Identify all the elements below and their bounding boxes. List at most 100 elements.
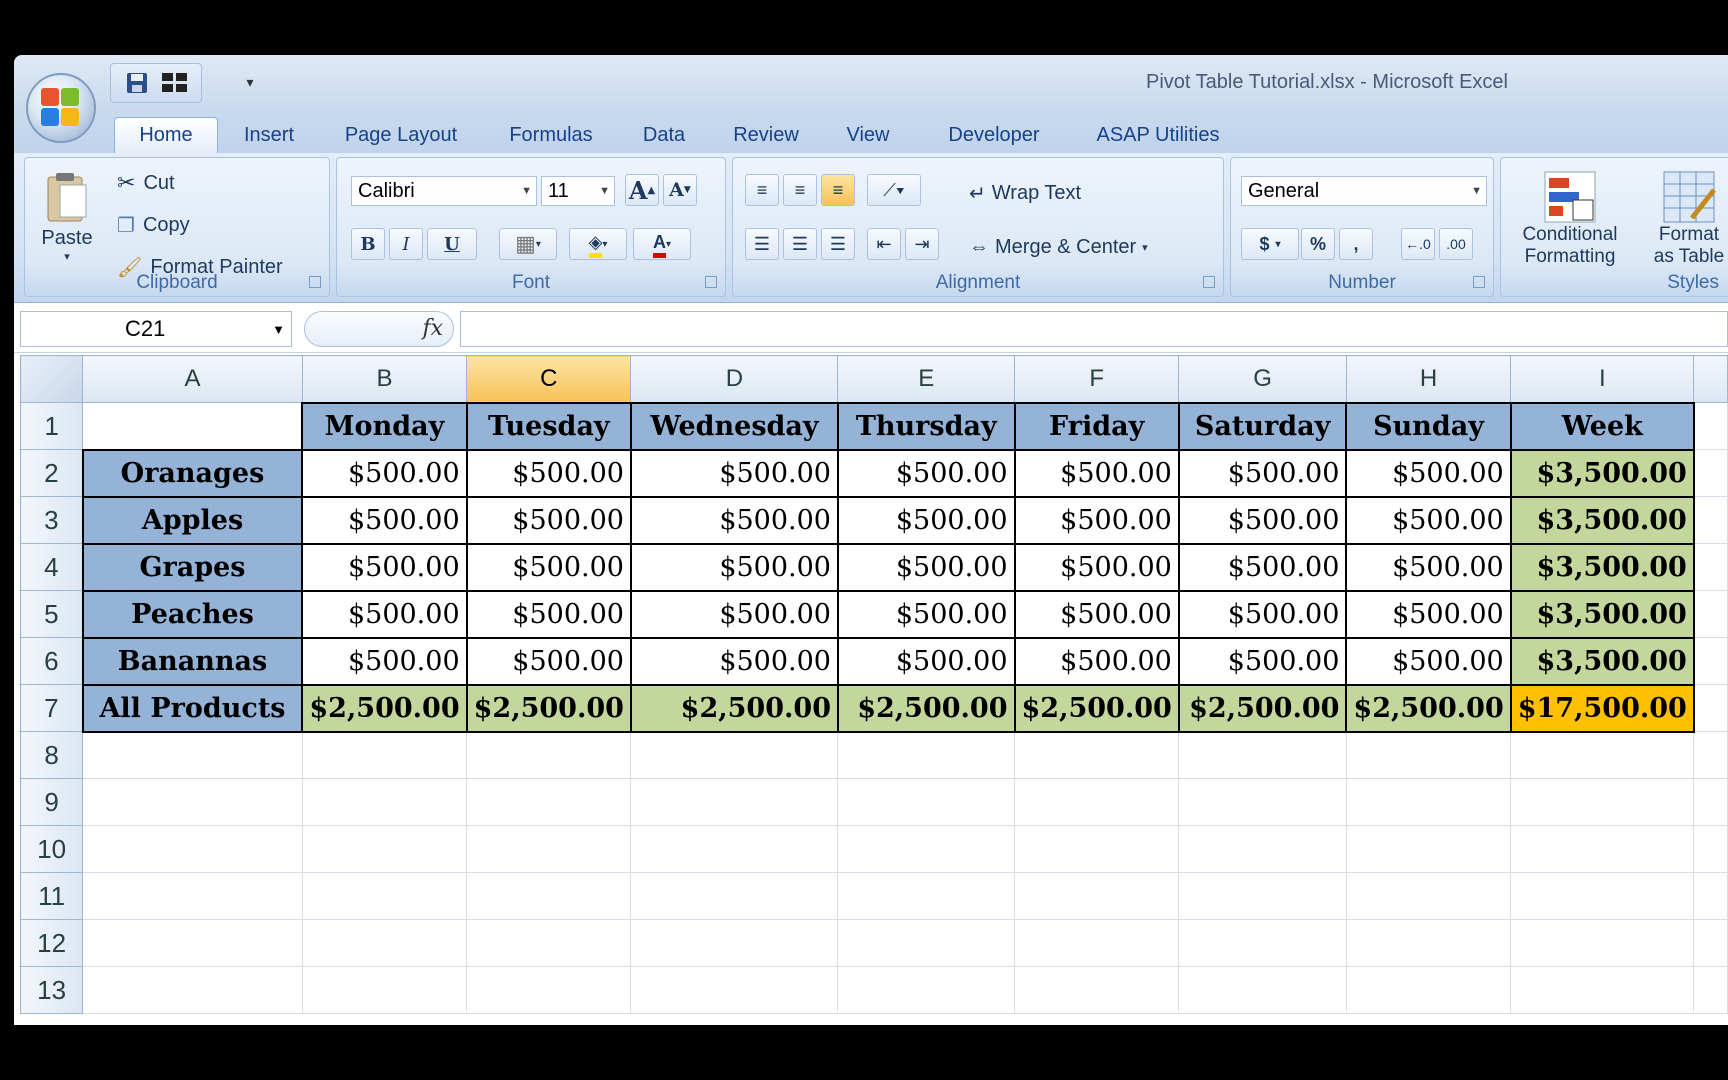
column-header-b[interactable]: B [301,355,468,403]
empty-cell[interactable] [1345,966,1512,1014]
value-cell[interactable]: $500.00 [1013,636,1180,686]
empty-cell[interactable] [837,919,1016,967]
column-header-d[interactable]: D [630,355,839,403]
row-header[interactable]: 12 [20,919,84,967]
copy-button[interactable]: ❐ Copy [117,210,190,240]
empty-cell[interactable] [1178,872,1347,920]
empty-cell[interactable] [1693,449,1728,497]
week-total-cell[interactable]: $3,500.00 [1509,589,1695,639]
empty-cell[interactable] [1510,966,1695,1014]
number-format-combo[interactable]: General ▼ [1241,176,1487,206]
day-header-cell[interactable]: Sunday [1345,401,1512,451]
value-cell[interactable]: $500.00 [836,636,1016,686]
empty-cell[interactable] [466,778,632,826]
empty-cell[interactable] [1510,872,1695,920]
tab-view[interactable]: View [828,117,908,153]
empty-cell[interactable] [1693,966,1728,1014]
empty-cell[interactable] [1345,825,1512,873]
value-cell[interactable]: $500.00 [629,495,839,545]
value-cell[interactable]: $500.00 [1177,542,1348,592]
value-cell[interactable]: $500.00 [301,589,468,639]
day-total-cell[interactable]: $2,500.00 [1013,683,1180,733]
empty-cell[interactable] [1693,496,1728,544]
tab-insert[interactable]: Insert [226,117,312,153]
day-header-cell[interactable]: Thursday [836,401,1016,451]
comma-button[interactable]: , [1339,228,1373,260]
product-cell[interactable]: Grapes [81,542,304,592]
empty-cell[interactable] [1178,825,1347,873]
decrease-decimal-icon[interactable]: .00 [1439,228,1473,260]
value-cell[interactable]: $500.00 [301,636,468,686]
underline-button[interactable]: U [427,228,477,260]
row-header[interactable]: 5 [20,590,84,638]
font-launcher-icon[interactable] [705,276,717,288]
empty-cell[interactable] [1693,590,1728,638]
empty-cell[interactable] [1693,872,1728,920]
empty-cell[interactable] [301,778,468,826]
day-total-cell[interactable]: $2,500.00 [836,683,1016,733]
grand-total-cell[interactable]: $17,500.00 [1509,683,1695,733]
value-cell[interactable]: $500.00 [1345,448,1512,498]
row-header[interactable]: 3 [20,496,84,544]
bold-button[interactable]: B [351,228,385,260]
value-cell[interactable]: $500.00 [1013,589,1180,639]
align-left-icon[interactable]: ☰ [745,228,779,260]
tab-asap-utilities[interactable]: ASAP Utilities [1078,117,1238,153]
empty-cell[interactable] [1693,402,1728,450]
empty-cell[interactable] [82,731,303,779]
percent-button[interactable]: % [1301,228,1335,260]
empty-cell[interactable] [1693,543,1728,591]
day-total-cell[interactable]: $2,500.00 [1345,683,1512,733]
empty-cell[interactable] [1693,684,1728,732]
empty-cell[interactable] [1693,919,1728,967]
column-header-j[interactable] [1693,355,1728,403]
currency-button[interactable]: $ ▾ [1241,228,1299,260]
empty-cell[interactable] [1510,825,1695,873]
week-total-cell[interactable]: $3,500.00 [1509,495,1695,545]
empty-cell[interactable] [837,778,1016,826]
day-header-cell[interactable]: Friday [1013,401,1180,451]
empty-cell[interactable] [466,825,632,873]
value-cell[interactable]: $500.00 [465,448,632,498]
value-cell[interactable]: $500.00 [1177,636,1348,686]
empty-cell[interactable] [1014,778,1180,826]
value-cell[interactable]: $500.00 [1177,495,1348,545]
day-header-cell[interactable]: Monday [301,401,468,451]
value-cell[interactable]: $500.00 [465,542,632,592]
row-header[interactable]: 11 [20,872,84,920]
week-total-cell[interactable]: $3,500.00 [1509,448,1695,498]
merge-center-button[interactable]: ⇔ Merge & Center ▾ [969,232,1148,262]
font-name-combo[interactable]: Calibri ▼ [351,176,537,206]
value-cell[interactable]: $500.00 [629,636,839,686]
empty-cell[interactable] [82,966,303,1014]
empty-cell[interactable] [1510,778,1695,826]
empty-cell[interactable] [1345,872,1512,920]
empty-cell[interactable] [1345,778,1512,826]
tab-page-layout[interactable]: Page Layout [326,117,476,153]
alignment-launcher-icon[interactable] [1203,276,1215,288]
empty-cell[interactable] [1510,919,1695,967]
empty-cell[interactable] [630,919,839,967]
grow-font-button[interactable]: A ▲ [625,174,659,206]
value-cell[interactable]: $500.00 [836,589,1016,639]
value-cell[interactable]: $500.00 [629,542,839,592]
cell[interactable] [82,402,303,450]
conditional-formatting-button[interactable]: Conditional Formatting [1507,164,1633,274]
number-launcher-icon[interactable] [1473,276,1485,288]
value-cell[interactable]: $500.00 [1013,495,1180,545]
row-header[interactable]: 13 [20,966,84,1014]
empty-cell[interactable] [1693,637,1728,685]
empty-cell[interactable] [1014,872,1180,920]
orientation-icon[interactable]: ⟋▾ [867,174,921,206]
fill-color-button[interactable]: ◈ ▾ [569,228,627,260]
value-cell[interactable]: $500.00 [301,542,468,592]
value-cell[interactable]: $500.00 [836,448,1016,498]
empty-cell[interactable] [837,872,1016,920]
row-header[interactable]: 8 [20,731,84,779]
decrease-indent-icon[interactable]: ⇤ [867,228,901,260]
empty-cell[interactable] [630,966,839,1014]
align-middle-icon[interactable]: ≡ [783,174,817,206]
column-header-g[interactable]: G [1178,355,1347,403]
shrink-font-button[interactable]: A ▼ [663,174,697,206]
empty-cell[interactable] [466,966,632,1014]
